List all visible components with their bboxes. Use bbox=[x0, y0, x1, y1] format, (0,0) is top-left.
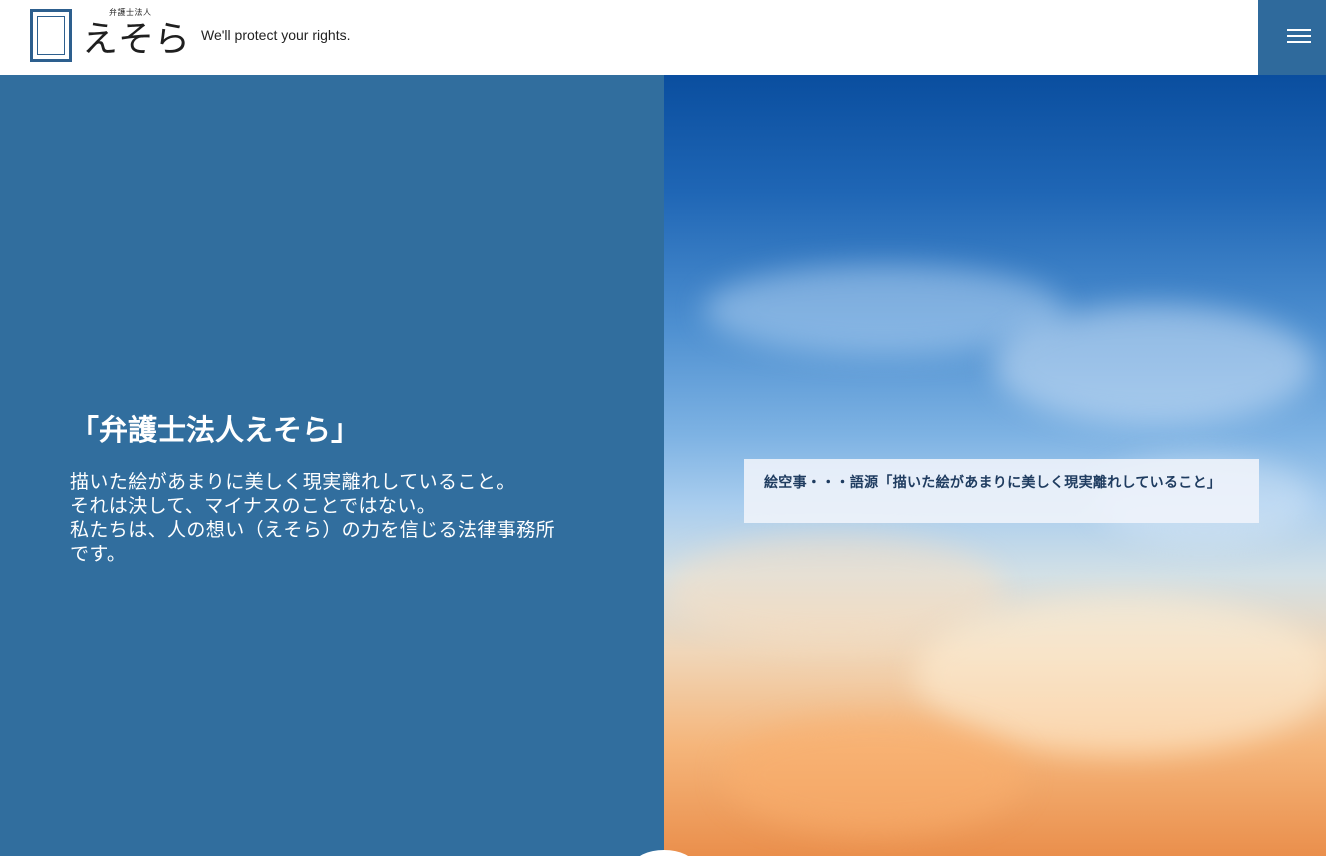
logo-frame-icon bbox=[30, 9, 72, 62]
hero-text-panel: 「弁護士法人えそら」 描いた絵があまりに美しく現実離れしていること。 それは決し… bbox=[0, 75, 664, 856]
logo-small-text: 弁護士法人 bbox=[109, 8, 152, 17]
image-caption-box: 絵空事・・・語源「描いた絵があまりに美しく現実離れしていること」 bbox=[744, 459, 1259, 523]
hero-description: 描いた絵があまりに美しく現実離れしていること。 それは決して、マイナスのことでは… bbox=[70, 470, 600, 566]
hero-line: 描いた絵があまりに美しく現実離れしていること。 bbox=[70, 471, 516, 493]
menu-button[interactable] bbox=[1258, 0, 1326, 75]
hero-line: 私たちは、人の想い（えそら）の力を信じる法律事務所 bbox=[70, 519, 556, 541]
cloud-shape bbox=[994, 305, 1314, 425]
hero-title: 「弁護士法人えそら」 bbox=[70, 413, 361, 447]
image-caption: 絵空事・・・語源「描いた絵があまりに美しく現実離れしていること」 bbox=[764, 474, 1222, 490]
hero-line: です。 bbox=[70, 543, 127, 565]
logo-main-text: えそら bbox=[82, 19, 191, 60]
cloud-shape bbox=[724, 715, 1024, 835]
hero-sky-image: 絵空事・・・語源「描いた絵があまりに美しく現実離れしていること」 bbox=[664, 75, 1326, 856]
hero-line: それは決して、マイナスのことではない。 bbox=[70, 495, 437, 517]
hamburger-menu-icon bbox=[1287, 29, 1311, 31]
site-header: 弁護士法人 えそら We'll protect your rights. bbox=[0, 0, 1326, 75]
site-tagline: We'll protect your rights. bbox=[201, 27, 351, 43]
site-logo[interactable]: 弁護士法人 えそら bbox=[30, 7, 190, 63]
